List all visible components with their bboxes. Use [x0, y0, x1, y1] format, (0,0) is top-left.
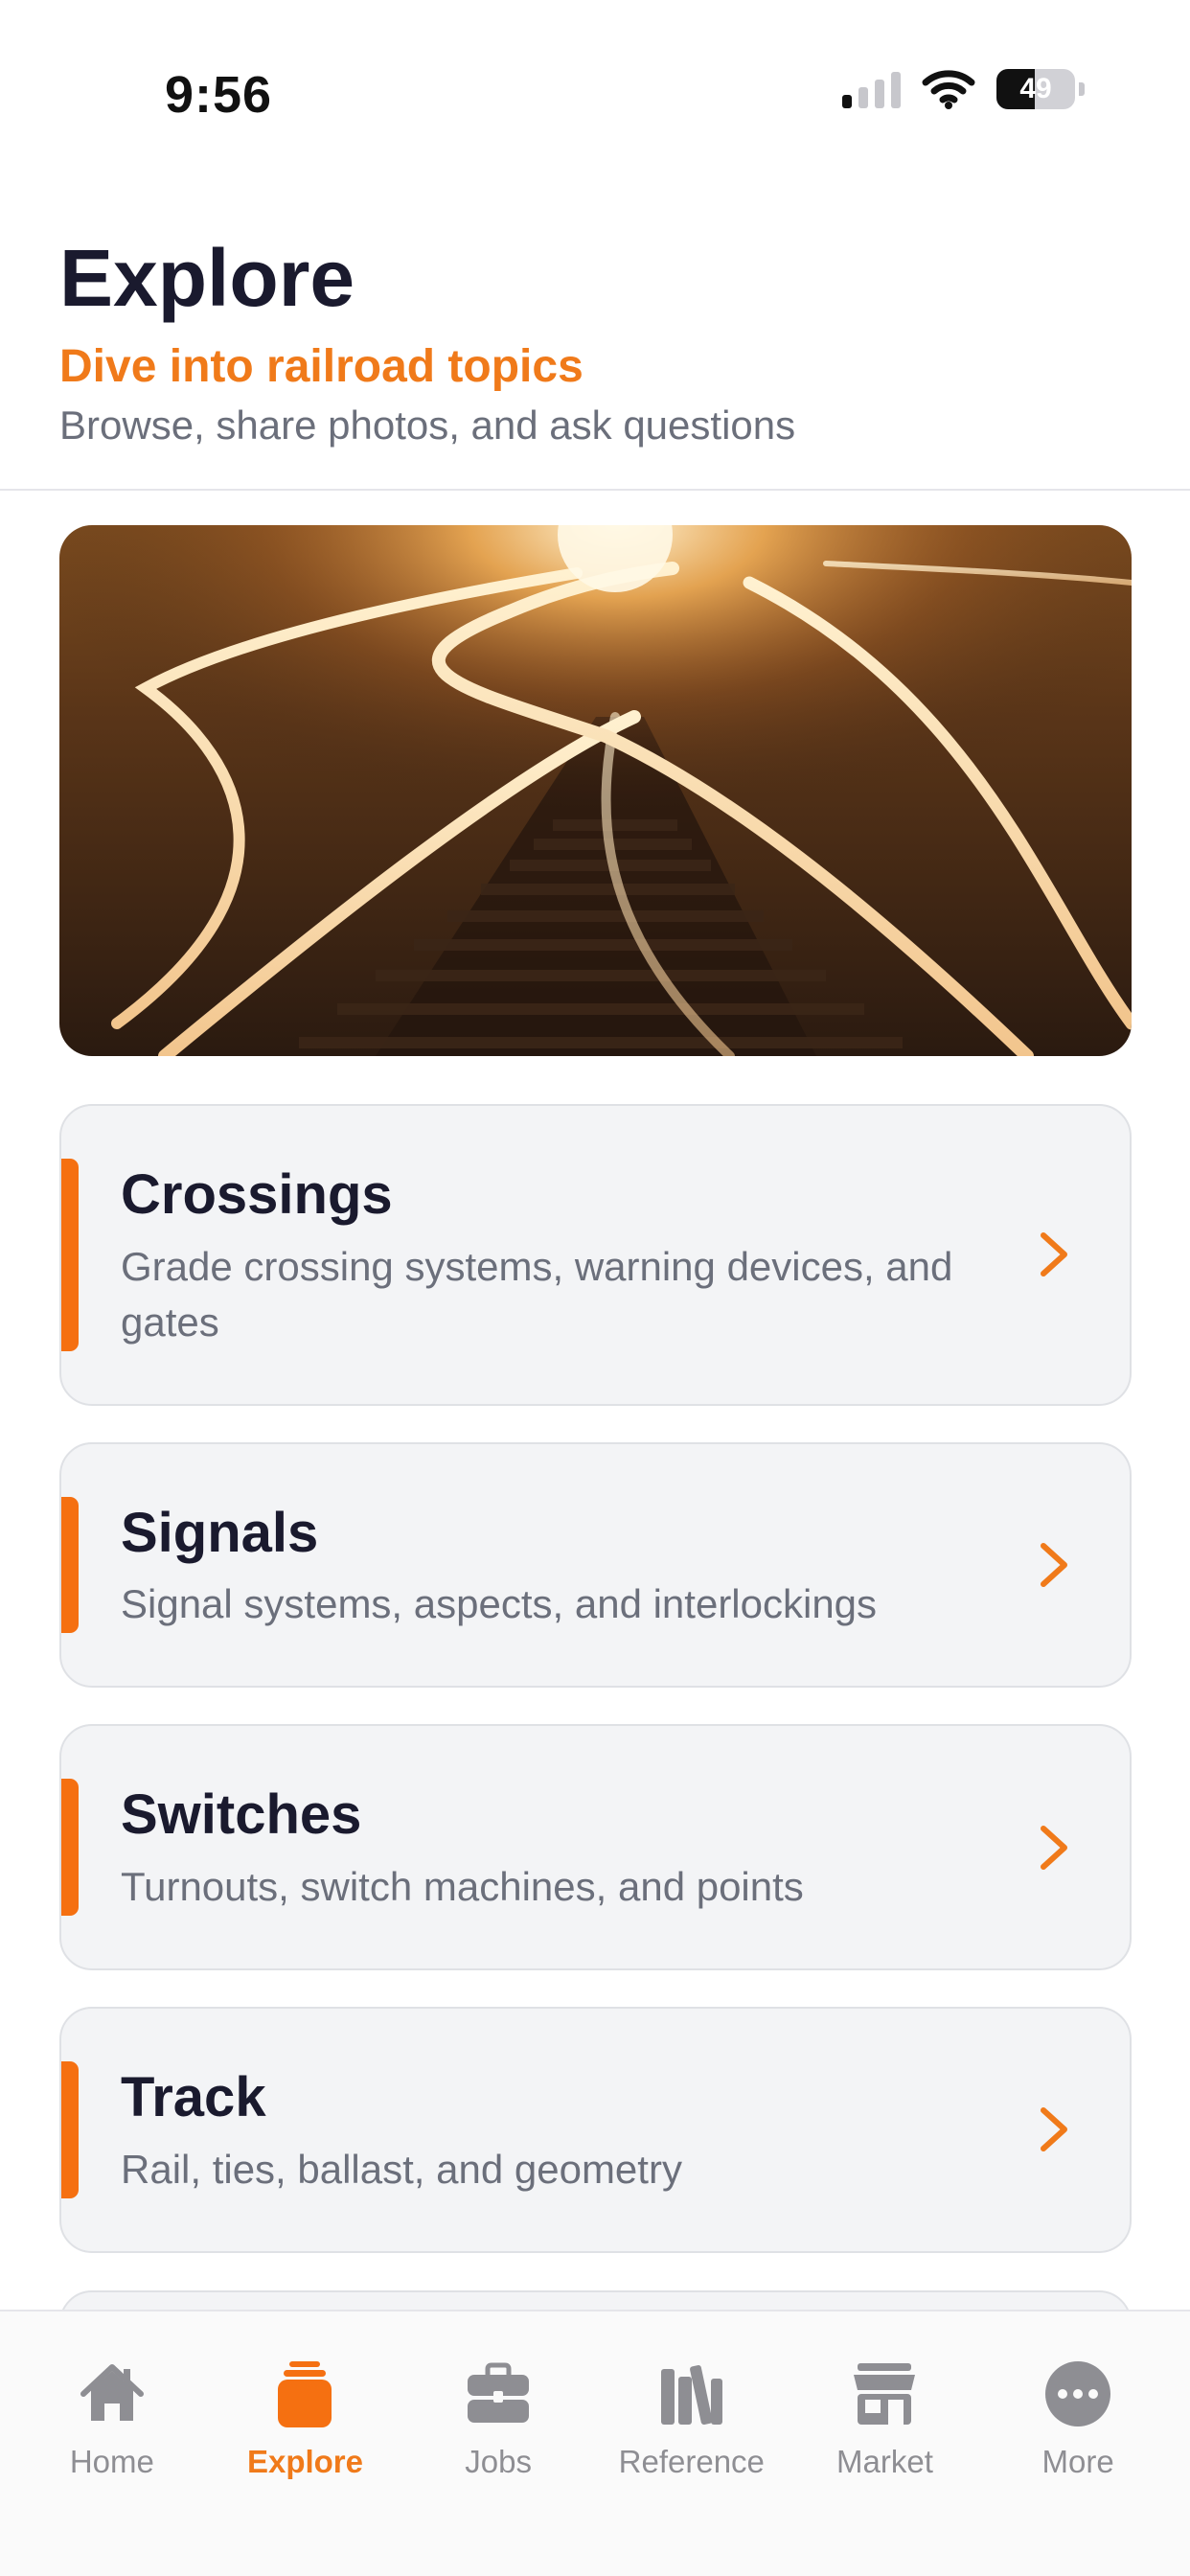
topic-description: Grade crossing systems, warning devices,… [121, 1243, 953, 1345]
topic-description: Turnouts, switch machines, and points [121, 1863, 804, 1909]
topic-title: Signals [121, 1501, 319, 1564]
topic-card-switches[interactable]: Switches Turnouts, switch machines, and … [59, 1724, 1132, 1970]
bottom-tab-bar: Home Explore Jobs Reference Market More [0, 2310, 1190, 2576]
page-description: Browse, share photos, and ask questions [59, 402, 796, 448]
tab-label: Reference [618, 2444, 765, 2479]
chevron-right-icon [1041, 1232, 1067, 1277]
header-divider [0, 489, 1190, 491]
topic-description: Rail, ties, ballast, and geometry [121, 2146, 682, 2192]
hero-railroad-image [59, 525, 1132, 1056]
tab-label: Market [836, 2444, 933, 2479]
tab-home[interactable]: Home [16, 2358, 208, 2576]
tab-label: Jobs [465, 2444, 532, 2479]
chevron-right-icon [1041, 1542, 1067, 1587]
topic-card-signals[interactable]: Signals Signal systems, aspects, and int… [59, 1441, 1132, 1689]
tab-more[interactable]: More [982, 2358, 1174, 2576]
chevron-right-icon [1041, 1825, 1067, 1870]
tab-explore[interactable]: Explore [209, 2358, 400, 2576]
topic-card-crossings[interactable]: Crossings Grade crossing systems, warnin… [59, 1104, 1132, 1406]
card-accent-bar [61, 1779, 79, 1916]
topic-card-track[interactable]: Track Rail, ties, ballast, and geometry [59, 2006, 1132, 2253]
topic-list: Crossings Grade crossing systems, warnin… [59, 1104, 1132, 2289]
battery-level: 49 [1019, 73, 1052, 104]
tab-market[interactable]: Market [789, 2358, 980, 2576]
status-time: 9:56 [165, 66, 273, 124]
status-bar: 9:56 49 [0, 0, 1190, 192]
briefcase-icon [468, 2362, 530, 2423]
ellipsis-icon [1045, 2361, 1111, 2426]
card-accent-bar [61, 2060, 79, 2198]
tab-jobs[interactable]: Jobs [402, 2358, 594, 2576]
wifi-icon [922, 70, 975, 109]
tab-label: Explore [246, 2444, 363, 2479]
card-accent-bar [61, 1496, 79, 1634]
explore-icon [278, 2361, 332, 2427]
chevron-right-icon [1041, 2107, 1067, 2152]
cellular-signal-icon [842, 70, 901, 108]
house-icon [80, 2364, 144, 2421]
topic-title: Crossings [121, 1163, 393, 1226]
tab-label: More [1041, 2444, 1114, 2479]
status-indicators: 49 [842, 69, 1085, 109]
tab-label: Home [69, 2444, 154, 2479]
topic-description: Signal systems, aspects, and interlockin… [121, 1581, 878, 1627]
books-icon [660, 2365, 722, 2426]
page-title: Explore [59, 233, 355, 323]
page-subtitle: Dive into railroad topics [59, 340, 584, 392]
battery-icon: 49 [996, 69, 1075, 109]
card-accent-bar [61, 1159, 79, 1351]
page-header: Explore Dive into railroad topics Browse… [59, 230, 1133, 448]
storefront-icon [854, 2363, 916, 2425]
topic-title: Track [121, 2065, 266, 2128]
topic-title: Switches [121, 1783, 362, 1847]
tab-reference[interactable]: Reference [596, 2358, 788, 2576]
